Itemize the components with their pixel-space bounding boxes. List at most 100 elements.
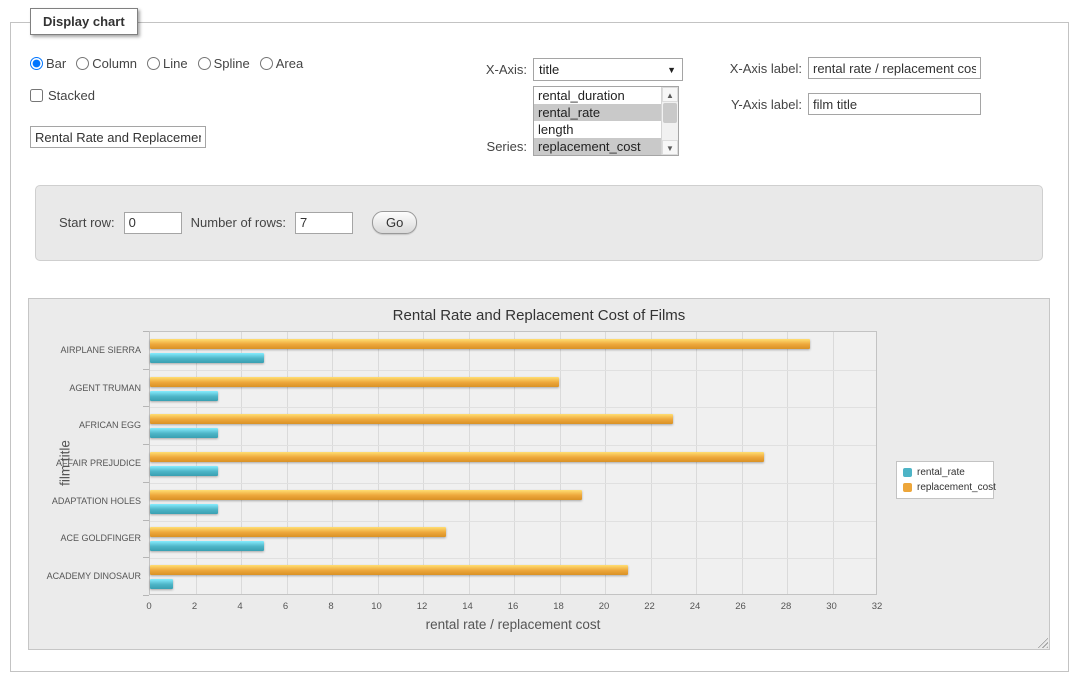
chart-type-radio-spline[interactable] (198, 57, 211, 70)
chart-type-label: Area (276, 56, 303, 71)
category-label: ACE GOLDFINGER (60, 533, 141, 543)
listbox-scrollbar[interactable]: ▲ ▼ (661, 87, 678, 155)
gridline (150, 521, 876, 522)
x-axis-tick-label: 16 (508, 601, 519, 612)
category-label: AIRPLANE SIERRA (60, 345, 141, 355)
bar-replacement_cost (150, 377, 559, 387)
chart-type-option-column[interactable]: Column (76, 56, 137, 71)
gridline (560, 332, 561, 594)
series-option-replacement_cost[interactable]: replacement_cost (534, 138, 661, 155)
number-of-rows-input[interactable] (295, 212, 353, 234)
x-axis-tick-label: 6 (283, 601, 288, 612)
category-axis: AIRPLANE SIERRAAGENT TRUMANAFRICAN EGGAF… (29, 331, 141, 595)
y-axis-tick (143, 482, 149, 483)
bar-rental_rate (150, 541, 264, 551)
resize-handle-icon[interactable] (1035, 635, 1048, 648)
series-select-label: Series: (430, 139, 527, 154)
y-axis-tick (143, 406, 149, 407)
x-axis-tick-label: 28 (781, 601, 792, 612)
bar-rental_rate (150, 504, 218, 514)
legend-label: replacement_cost (917, 482, 996, 493)
scrollbar-thumb[interactable] (663, 103, 677, 123)
y-axis-tick (143, 595, 149, 596)
gridline (514, 332, 515, 594)
category-label: AFFAIR PREJUDICE (56, 458, 141, 468)
bar-replacement_cost (150, 565, 628, 575)
chart-type-option-spline[interactable]: Spline (198, 56, 250, 71)
x-axis-tick-label: 22 (644, 601, 655, 612)
x-axis-tick-label: 12 (417, 601, 428, 612)
chart-type-radio-line[interactable] (147, 57, 160, 70)
gridline (378, 332, 379, 594)
plot-area (149, 331, 877, 595)
x-axis-tick-label: 14 (462, 601, 473, 612)
panel-legend: Display chart (30, 8, 138, 35)
go-button[interactable]: Go (372, 211, 417, 234)
y-axis-tick (143, 520, 149, 521)
scroll-down-icon[interactable]: ▼ (662, 140, 678, 155)
page: Display chart Bar Column Line Spline Area St… (0, 0, 1081, 681)
stacked-checkbox-row[interactable]: Stacked (30, 88, 95, 103)
y-axis-tick (143, 331, 149, 332)
gridline (833, 332, 834, 594)
gridline (423, 332, 424, 594)
legend-item-replacement_cost[interactable]: replacement_cost (903, 482, 987, 493)
x-axis-label-caption: X-Axis label: (710, 61, 802, 76)
bar-replacement_cost (150, 527, 446, 537)
category-label: ACADEMY DINOSAUR (47, 571, 141, 581)
gridline (241, 332, 242, 594)
chart-type-radio-area[interactable] (260, 57, 273, 70)
x-axis-tick-label: 30 (826, 601, 837, 612)
gridline (787, 332, 788, 594)
legend-item-rental_rate[interactable]: rental_rate (903, 467, 987, 478)
x-axis-tick-label: 32 (872, 601, 883, 612)
chart-type-option-area[interactable]: Area (260, 56, 303, 71)
series-option-length[interactable]: length (534, 121, 661, 138)
y-axis-tick (143, 557, 149, 558)
gridline (150, 558, 876, 559)
gridline (605, 332, 606, 594)
y-axis-label-caption: Y-Axis label: (710, 97, 802, 112)
chart-title-input[interactable] (30, 126, 206, 148)
y-axis-label-input[interactable] (808, 93, 981, 115)
x-axis-tick-label: 8 (328, 601, 333, 612)
chart-type-option-bar[interactable]: Bar (30, 56, 66, 71)
stacked-checkbox[interactable] (30, 89, 43, 102)
series-options: rental_durationrental_ratelengthreplacem… (534, 87, 661, 155)
x-axis-tick-label: 18 (553, 601, 564, 612)
chevron-down-icon: ▼ (667, 65, 676, 75)
gridline (742, 332, 743, 594)
x-axis-tick-label: 4 (237, 601, 242, 612)
gridline (196, 332, 197, 594)
bar-replacement_cost (150, 339, 810, 349)
series-listbox[interactable]: rental_durationrental_ratelengthreplacem… (533, 86, 679, 156)
gridline (469, 332, 470, 594)
x-axis-select[interactable]: title ▼ (533, 58, 683, 81)
chart-type-option-line[interactable]: Line (147, 56, 188, 71)
chart-type-label: Column (92, 56, 137, 71)
bar-rental_rate (150, 353, 264, 363)
bar-replacement_cost (150, 452, 764, 462)
gridline (150, 445, 876, 446)
bar-rental_rate (150, 579, 173, 589)
chart-type-radio-column[interactable] (76, 57, 89, 70)
category-label: ADAPTATION HOLES (52, 496, 141, 506)
x-axis-tick-label: 0 (146, 601, 151, 612)
chart-legend: rental_rate replacement_cost (896, 461, 994, 499)
x-axis-tick-label: 2 (192, 601, 197, 612)
gridline (150, 407, 876, 408)
chart-type-radio-group: Bar Column Line Spline Area (30, 56, 303, 71)
chart-type-label: Spline (214, 56, 250, 71)
scroll-up-icon[interactable]: ▲ (662, 87, 678, 102)
stacked-label: Stacked (48, 88, 95, 103)
x-axis-label-input[interactable] (808, 57, 981, 79)
chart-type-radio-bar[interactable] (30, 57, 43, 70)
x-axis-tick-label: 20 (599, 601, 610, 612)
series-option-rental_rate[interactable]: rental_rate (534, 104, 661, 121)
start-row-input[interactable] (124, 212, 182, 234)
series-option-rental_duration[interactable]: rental_duration (534, 87, 661, 104)
x-axis-select-label: X-Axis: (430, 62, 527, 77)
row-range-controls: Start row: Number of rows: Go (59, 211, 417, 234)
gridline (150, 370, 876, 371)
x-axis-tick-label: 26 (735, 601, 746, 612)
